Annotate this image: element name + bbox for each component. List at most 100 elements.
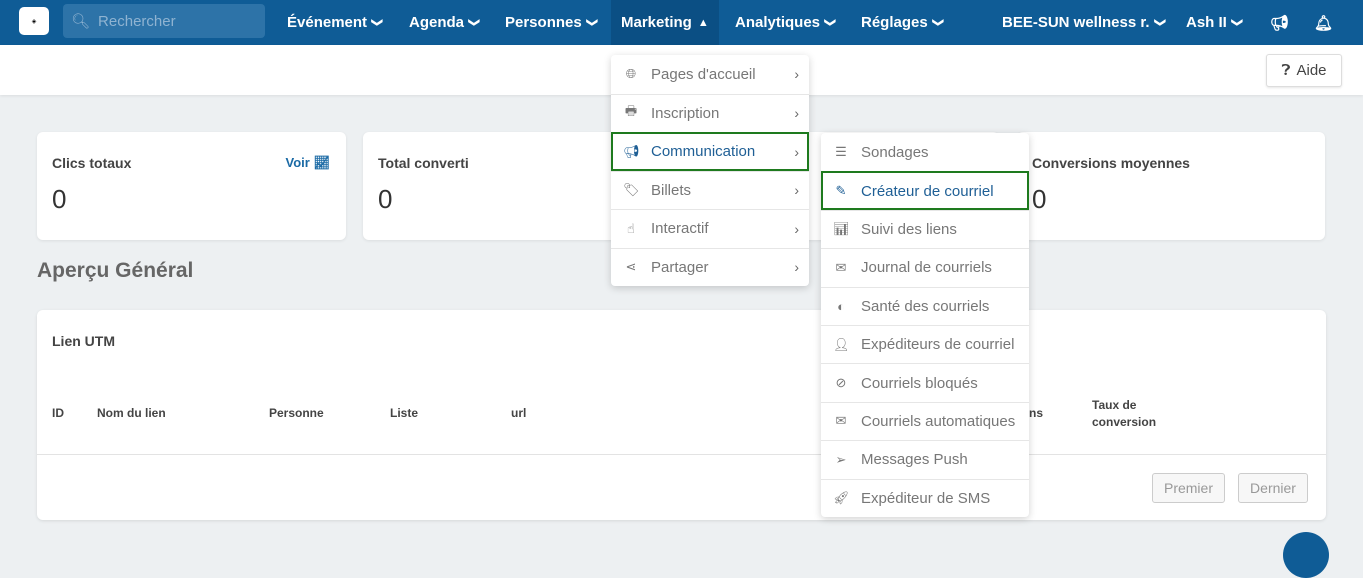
ban-icon: ⊘ xyxy=(835,375,847,391)
nav-personnes[interactable]: Personnes ❯ xyxy=(505,0,598,45)
chat-button[interactable] xyxy=(1283,532,1329,578)
print-icon: 🖶 xyxy=(624,103,638,119)
chevron-down-icon: ❯ xyxy=(1230,17,1243,28)
search-icon: 🔍︎ xyxy=(71,13,91,30)
col-person: Personne xyxy=(269,406,324,420)
nav-label: Marketing xyxy=(621,14,692,31)
hand-pointer-icon: ☝︎ xyxy=(627,220,635,236)
envelope-open-icon: ✉ xyxy=(835,259,847,275)
menu-item-label: Expéditeur de SMS xyxy=(861,489,991,507)
view-label: Voir xyxy=(285,155,310,170)
logo[interactable]: ◈ xyxy=(19,7,49,35)
menu-item[interactable]: ◐ Santé des courriels xyxy=(821,286,1029,325)
globe-icon: 🌐︎ xyxy=(625,66,637,82)
menu-item-label: Messages Push xyxy=(861,451,968,469)
last-page-button[interactable]: Dernier xyxy=(1238,473,1308,503)
user-menu[interactable]: Ash II ❯ xyxy=(1186,0,1243,45)
bullhorn-icon: 📢︎ xyxy=(623,143,640,159)
nav-marketing[interactable]: Marketing ▲ xyxy=(611,0,719,45)
view-link[interactable]: Voir 📈︎ xyxy=(286,155,330,171)
card-title: Total converti xyxy=(378,155,469,171)
menu-item[interactable]: ☰ Sondages xyxy=(821,133,1029,171)
menu-item[interactable]: 🚀︎ Expéditeur de SMS xyxy=(821,478,1029,517)
col-conversions: ns xyxy=(1029,406,1044,420)
card-value: 0 xyxy=(378,184,393,214)
tags-icon: 🏷︎ xyxy=(623,182,640,198)
org-selector[interactable]: BEE-SUN wellness r. ❯ xyxy=(1002,0,1166,45)
card-title: Clics totaux xyxy=(52,155,132,171)
menu-item[interactable]: ✉ Journal de courriels xyxy=(821,248,1029,286)
menu-item[interactable]: ☝︎ Interactif › xyxy=(611,209,809,248)
chart-icon: 📊︎ xyxy=(833,221,850,237)
col-name: Nom du lien xyxy=(97,406,166,420)
menu-item[interactable]: 📢︎ Communication › xyxy=(611,132,809,171)
nav-agenda[interactable]: Agenda ❯ xyxy=(409,0,481,45)
top-nav: ◈ 🔍︎ Rechercher Événement ❯ Agenda ❯ Person… xyxy=(0,0,1363,45)
user-label: Ash II xyxy=(1186,14,1227,31)
col-rate: Taux de conversion xyxy=(1092,398,1157,429)
utm-panel: Lien UTM ID Nom du lien Personne Liste u… xyxy=(37,310,1326,520)
chevron-right-icon: › xyxy=(794,182,799,199)
search-placeholder: Rechercher xyxy=(98,12,176,30)
menu-item-label: Santé des courriels xyxy=(861,297,990,315)
menu-item[interactable]: ➢ Messages Push xyxy=(821,440,1029,478)
chevron-right-icon: › xyxy=(794,143,799,160)
list-icon: ☰ xyxy=(835,144,847,160)
nav-label: Personnes xyxy=(505,14,582,31)
menu-item-label: Interactif xyxy=(651,220,709,238)
menu-item[interactable]: ⊘ Courriels bloqués xyxy=(821,363,1029,401)
question-icon: ❓︎ xyxy=(1281,62,1291,79)
nav-label: Événement xyxy=(287,14,368,31)
menu-item[interactable]: 🌐︎ Pages d'accueil › xyxy=(611,55,809,94)
menu-item[interactable]: ✎ Créateur de courriel xyxy=(821,171,1029,210)
col-list: Liste xyxy=(390,406,419,420)
menu-item[interactable]: ⋖ Partager › xyxy=(611,247,809,287)
chevron-down-icon: ❯ xyxy=(1153,17,1166,28)
col-url: url xyxy=(511,406,527,420)
paper-plane-icon: ➢ xyxy=(835,451,847,467)
bell-icon[interactable]: 🔔︎ xyxy=(1314,0,1333,45)
marketing-menu: 🌐︎ Pages d'accueil › 🖶 Inscription › 📢︎ Communi… xyxy=(611,55,809,286)
stat-card-clicks: Clics totaux Voir 📈︎ 0 xyxy=(37,132,346,240)
menu-item-label: Créateur de courriel xyxy=(861,182,994,200)
menu-item-label: Sondages xyxy=(861,143,929,161)
menu-item-label: Billets xyxy=(651,181,692,199)
menu-item[interactable]: ✉ Courriels automatiques xyxy=(821,401,1029,440)
chevron-down-icon: ❯ xyxy=(468,17,481,28)
chevron-right-icon: › xyxy=(794,259,799,276)
rocket-icon: 🚀︎ xyxy=(833,490,850,506)
help-button[interactable]: ❓︎ Aide xyxy=(1266,54,1342,87)
megaphone-icon[interactable]: 📢︎ xyxy=(1270,0,1289,45)
search-input[interactable]: 🔍︎ Rechercher xyxy=(63,4,265,38)
menu-item[interactable]: 🖶 Inscription › xyxy=(611,93,809,133)
nav-label: Réglages xyxy=(861,14,928,31)
first-page-button[interactable]: Premier xyxy=(1152,473,1225,503)
adjust-icon: ◐ xyxy=(837,298,845,314)
menu-item[interactable]: 👤︎ Expéditeurs de courriel xyxy=(821,325,1029,363)
edit-icon: ✎ xyxy=(835,183,847,199)
stat-card-avg: Conversions moyennes 0 xyxy=(1017,132,1325,240)
chevron-down-icon: ❯ xyxy=(585,17,598,28)
share-icon: ⋖ xyxy=(625,259,637,275)
chevron-down-icon: ❯ xyxy=(824,17,837,28)
nav-evenement[interactable]: Événement ❯ xyxy=(287,0,383,45)
chevron-up-icon: ▲ xyxy=(697,16,709,29)
envelope-icon: ✉ xyxy=(835,413,847,429)
menu-item[interactable]: 📊︎ Suivi des liens xyxy=(821,209,1029,248)
nav-analytiques[interactable]: Analytiques ❯ xyxy=(735,0,837,45)
menu-item-label: Inscription xyxy=(651,104,720,122)
card-title: Conversions moyennes xyxy=(1032,155,1190,171)
col-id: ID xyxy=(52,406,64,420)
menu-item-label: Expéditeurs de courriel xyxy=(861,336,1015,354)
menu-item[interactable]: 🏷︎ Billets › xyxy=(611,170,809,210)
menu-item-label: Partager xyxy=(651,258,709,276)
chevron-right-icon: › xyxy=(794,66,799,83)
card-value: 0 xyxy=(1032,184,1047,214)
nav-reglages[interactable]: Réglages ❯ xyxy=(861,0,944,45)
nav-label: Analytiques xyxy=(735,14,821,31)
nav-label: Agenda xyxy=(409,14,465,31)
divider xyxy=(37,454,1326,455)
card-value: 0 xyxy=(52,184,67,214)
menu-item-label: Courriels automatiques xyxy=(861,412,1016,430)
chevron-right-icon: › xyxy=(794,220,799,237)
